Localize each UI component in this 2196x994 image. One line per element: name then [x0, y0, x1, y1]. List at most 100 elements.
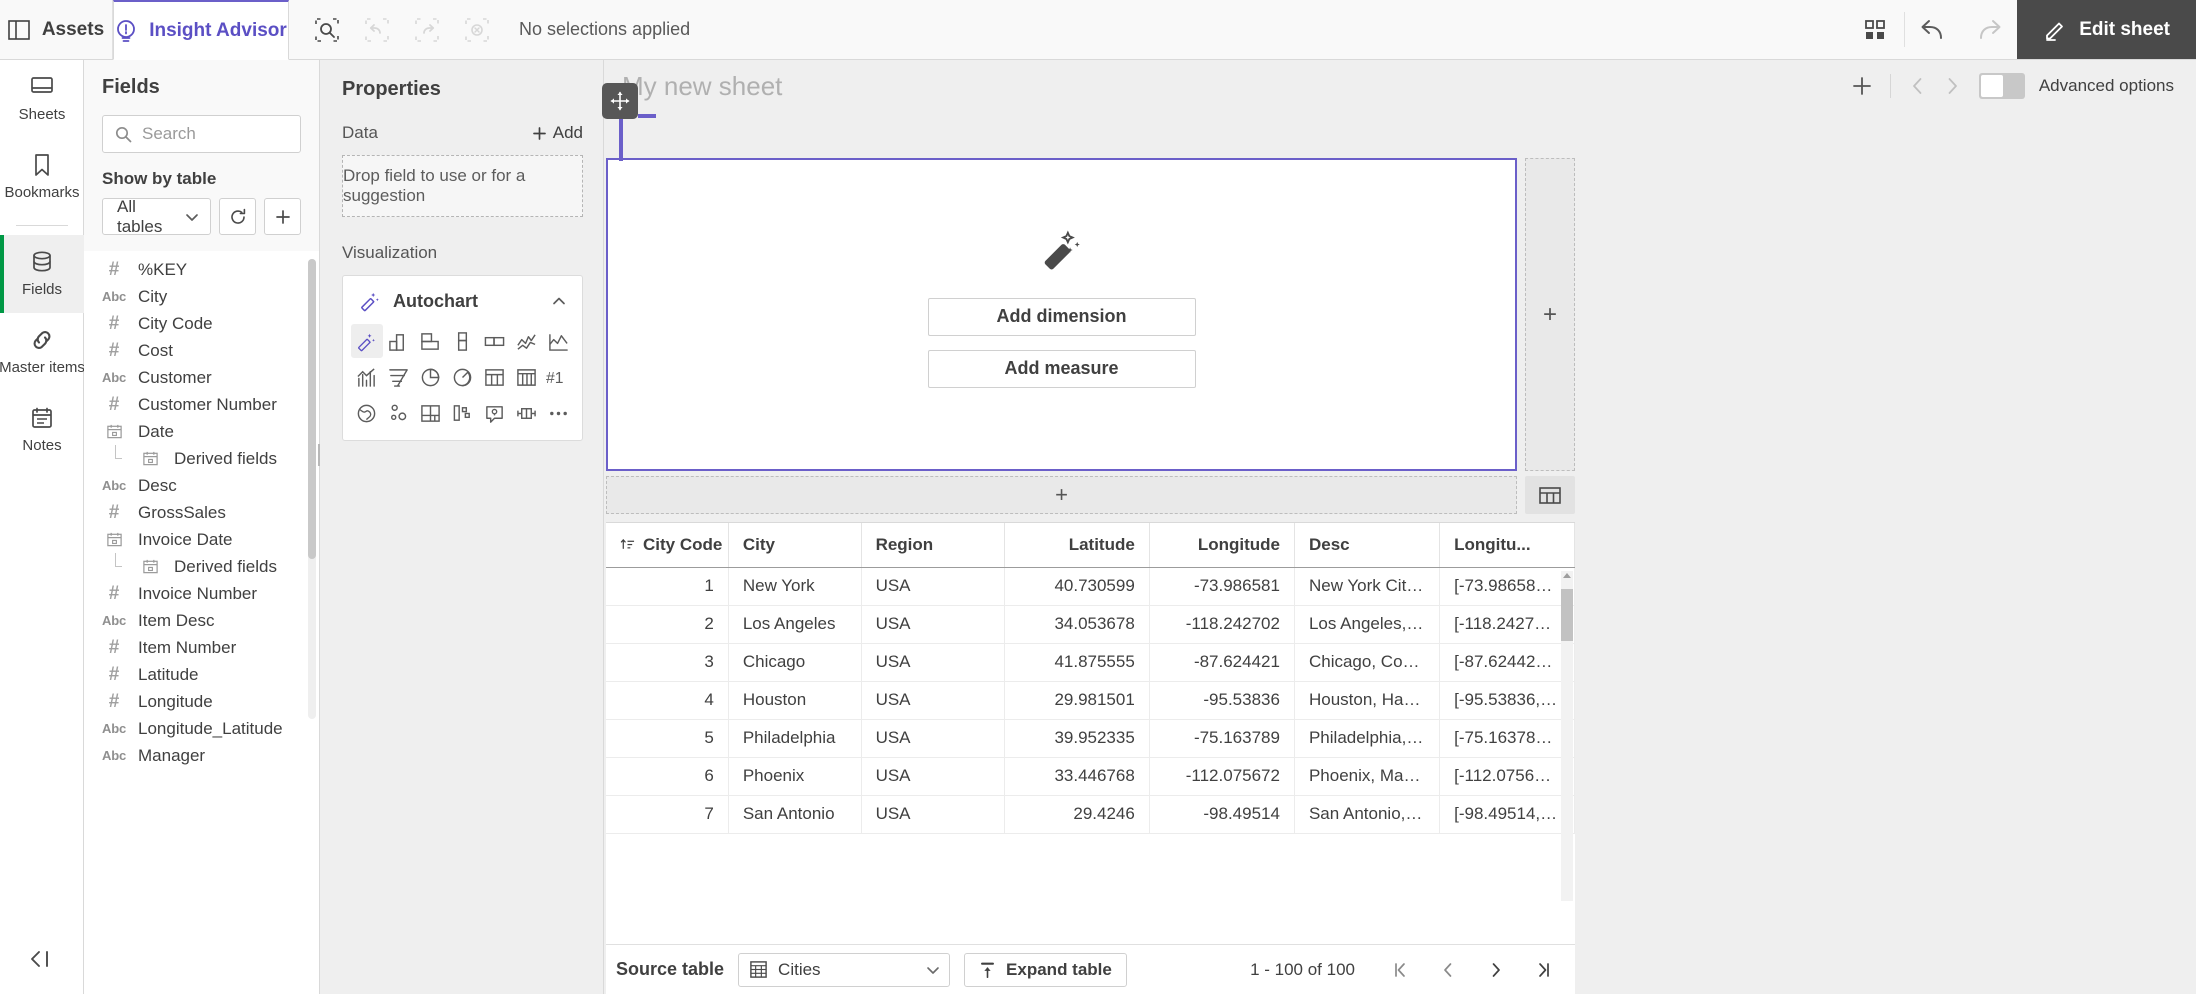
table-cell[interactable]: -112.075672	[1149, 757, 1295, 796]
table-cell[interactable]: [-95.53836,29.981…	[1439, 681, 1575, 720]
table-cell[interactable]: [-98.49514,29.4246]	[1439, 795, 1575, 834]
field-list-item[interactable]: # GrossSales	[84, 499, 319, 526]
table-row[interactable]: 3 Chicago USA 41.875555 -87.624421 Chicago, C…	[606, 643, 1575, 682]
pie-chart-icon[interactable]	[415, 360, 447, 394]
table-cell[interactable]: Los Angeles, Los …	[1294, 605, 1441, 644]
table-cell[interactable]: 2	[606, 605, 729, 644]
scrollbar-thumb[interactable]	[1561, 589, 1573, 641]
table-cell[interactable]: Houston	[728, 681, 862, 720]
next-page-button[interactable]	[1479, 953, 1513, 987]
area-chart-icon[interactable]	[542, 324, 574, 358]
distribution-plot-icon[interactable]	[351, 360, 383, 394]
chart-placeholder-object[interactable]: Add dimension Add measure	[606, 158, 1517, 471]
table-cell[interactable]: San Antonio	[728, 795, 862, 834]
redo-button[interactable]	[1961, 0, 2017, 59]
table-cell[interactable]: 1	[606, 567, 729, 606]
add-measure-button[interactable]: Add measure	[927, 349, 1196, 388]
table-column-header[interactable]: Region	[861, 523, 1005, 568]
waterfall-chart-icon[interactable]	[447, 396, 479, 430]
field-list-item[interactable]: Abc Customer	[84, 364, 319, 391]
field-list-item[interactable]: Abc Longitude_Latitude	[84, 715, 319, 742]
prev-page-button[interactable]	[1431, 953, 1465, 987]
table-cell[interactable]: USA	[861, 567, 1005, 606]
field-list-item[interactable]: # Cost	[84, 337, 319, 364]
table-row[interactable]: 7 San Antonio USA 29.4246 -98.49514 San Anton…	[606, 795, 1575, 834]
add-data-button[interactable]: Add	[532, 123, 583, 143]
field-list-item[interactable]: # City Code	[84, 310, 319, 337]
field-list-item[interactable]: # Invoice Number	[84, 580, 319, 607]
table-cell[interactable]: USA	[861, 605, 1005, 644]
table-cell[interactable]: -118.242702	[1149, 605, 1295, 644]
text-image-icon[interactable]	[478, 396, 510, 430]
table-cell[interactable]: 3	[606, 643, 729, 682]
table-row[interactable]: 6 Phoenix USA 33.446768 -112.075672 Phoenix, …	[606, 757, 1575, 796]
table-cell[interactable]: USA	[861, 795, 1005, 834]
clear-selection-button[interactable]	[455, 8, 499, 52]
field-list-item[interactable]: # Latitude	[84, 661, 319, 688]
field-list-item[interactable]: Invoice Date	[84, 526, 319, 553]
search-box[interactable]	[102, 115, 301, 153]
table-cell[interactable]: -87.624421	[1149, 643, 1295, 682]
table-cell[interactable]: 33.446768	[1004, 757, 1150, 796]
smart-search-button[interactable]	[305, 8, 349, 52]
map-icon[interactable]	[351, 396, 383, 430]
table-filter-select[interactable]: All tables	[102, 197, 211, 236]
add-sheet-button[interactable]	[1844, 68, 1880, 104]
table-cell[interactable]: [-73.986581,40.73…	[1439, 567, 1575, 606]
table-scrollbar[interactable]	[1561, 571, 1573, 901]
field-list-item[interactable]: Abc City	[84, 283, 319, 310]
table-cell[interactable]: 34.053678	[1004, 605, 1150, 644]
table-row[interactable]: 1 New York USA 40.730599 -73.986581 New York …	[606, 567, 1575, 606]
field-list-item[interactable]: Derived fields	[84, 553, 319, 580]
box-plot-icon[interactable]	[510, 396, 542, 430]
sidebar-item-sheets[interactable]: Sheets	[0, 60, 84, 138]
table-cell[interactable]: 29.4246	[1004, 795, 1150, 834]
autochart-icon[interactable]	[351, 324, 383, 358]
sidebar-item-notes[interactable]: Notes	[0, 391, 84, 469]
table-cell[interactable]: Phoenix	[728, 757, 862, 796]
table-cell[interactable]: 5	[606, 719, 729, 758]
table-cell[interactable]: 29.981501	[1004, 681, 1150, 720]
edit-sheet-button[interactable]: Edit sheet	[2017, 0, 2196, 59]
table-cell[interactable]: Houston, Harris C…	[1294, 681, 1441, 720]
block-chart-icon[interactable]	[478, 324, 510, 358]
sidebar-item-master-items[interactable]: Master items	[0, 313, 85, 391]
sidebar-item-fields[interactable]: Fields	[0, 235, 84, 313]
scatter-plot-icon[interactable]	[383, 396, 415, 430]
field-list-item[interactable]: Abc Desc	[84, 472, 319, 499]
move-object-handle[interactable]	[602, 83, 638, 119]
combo-chart-icon[interactable]	[510, 324, 542, 358]
right-dropzone[interactable]: +	[1525, 158, 1575, 471]
scroll-up-icon[interactable]	[1562, 571, 1572, 581]
table-column-header[interactable]: City	[728, 523, 862, 568]
more-icon[interactable]	[542, 396, 574, 430]
table-cell[interactable]: -98.49514	[1149, 795, 1295, 834]
field-list-item[interactable]: # Customer Number	[84, 391, 319, 418]
stacked-bar-icon[interactable]	[447, 324, 479, 358]
treemap-icon[interactable]	[415, 396, 447, 430]
table-cell[interactable]: USA	[861, 719, 1005, 758]
sidebar-item-bookmarks[interactable]: Bookmarks	[0, 138, 84, 216]
table-cell[interactable]: Philadelphia, Phil…	[1294, 719, 1441, 758]
table-column-header[interactable]: Desc	[1294, 523, 1441, 568]
pivot-table-icon[interactable]	[510, 360, 542, 394]
table-column-header[interactable]: Latitude	[1004, 523, 1150, 568]
table-cell[interactable]: 41.875555	[1004, 643, 1150, 682]
advanced-options-toggle[interactable]	[1978, 73, 2025, 99]
search-input[interactable]	[142, 124, 292, 144]
field-list-item[interactable]: Derived fields	[84, 445, 319, 472]
redo-selection-button[interactable]	[405, 8, 449, 52]
funnel-chart-icon[interactable]	[383, 360, 415, 394]
field-dropzone[interactable]: Drop field to use or for a suggestion	[342, 155, 583, 217]
table-column-header[interactable]: Longitude	[1149, 523, 1295, 568]
table-cell[interactable]: Phoenix, Maricop…	[1294, 757, 1441, 796]
undo-selection-button[interactable]	[355, 8, 399, 52]
field-list-item[interactable]: # Longitude	[84, 688, 319, 715]
table-column-header[interactable]: Longitu...	[1439, 523, 1575, 568]
table-row[interactable]: 4 Houston USA 29.981501 -95.53836 Houston, Ha…	[606, 681, 1575, 720]
table-column-header[interactable]: City Code	[606, 523, 729, 568]
table-cell[interactable]: Philadelphia	[728, 719, 862, 758]
first-page-button[interactable]	[1383, 953, 1417, 987]
table-cell[interactable]: Chicago, Cook Co…	[1294, 643, 1441, 682]
table-row[interactable]: 5 Philadelphia USA 39.952335 -75.163789 Phila…	[606, 719, 1575, 758]
